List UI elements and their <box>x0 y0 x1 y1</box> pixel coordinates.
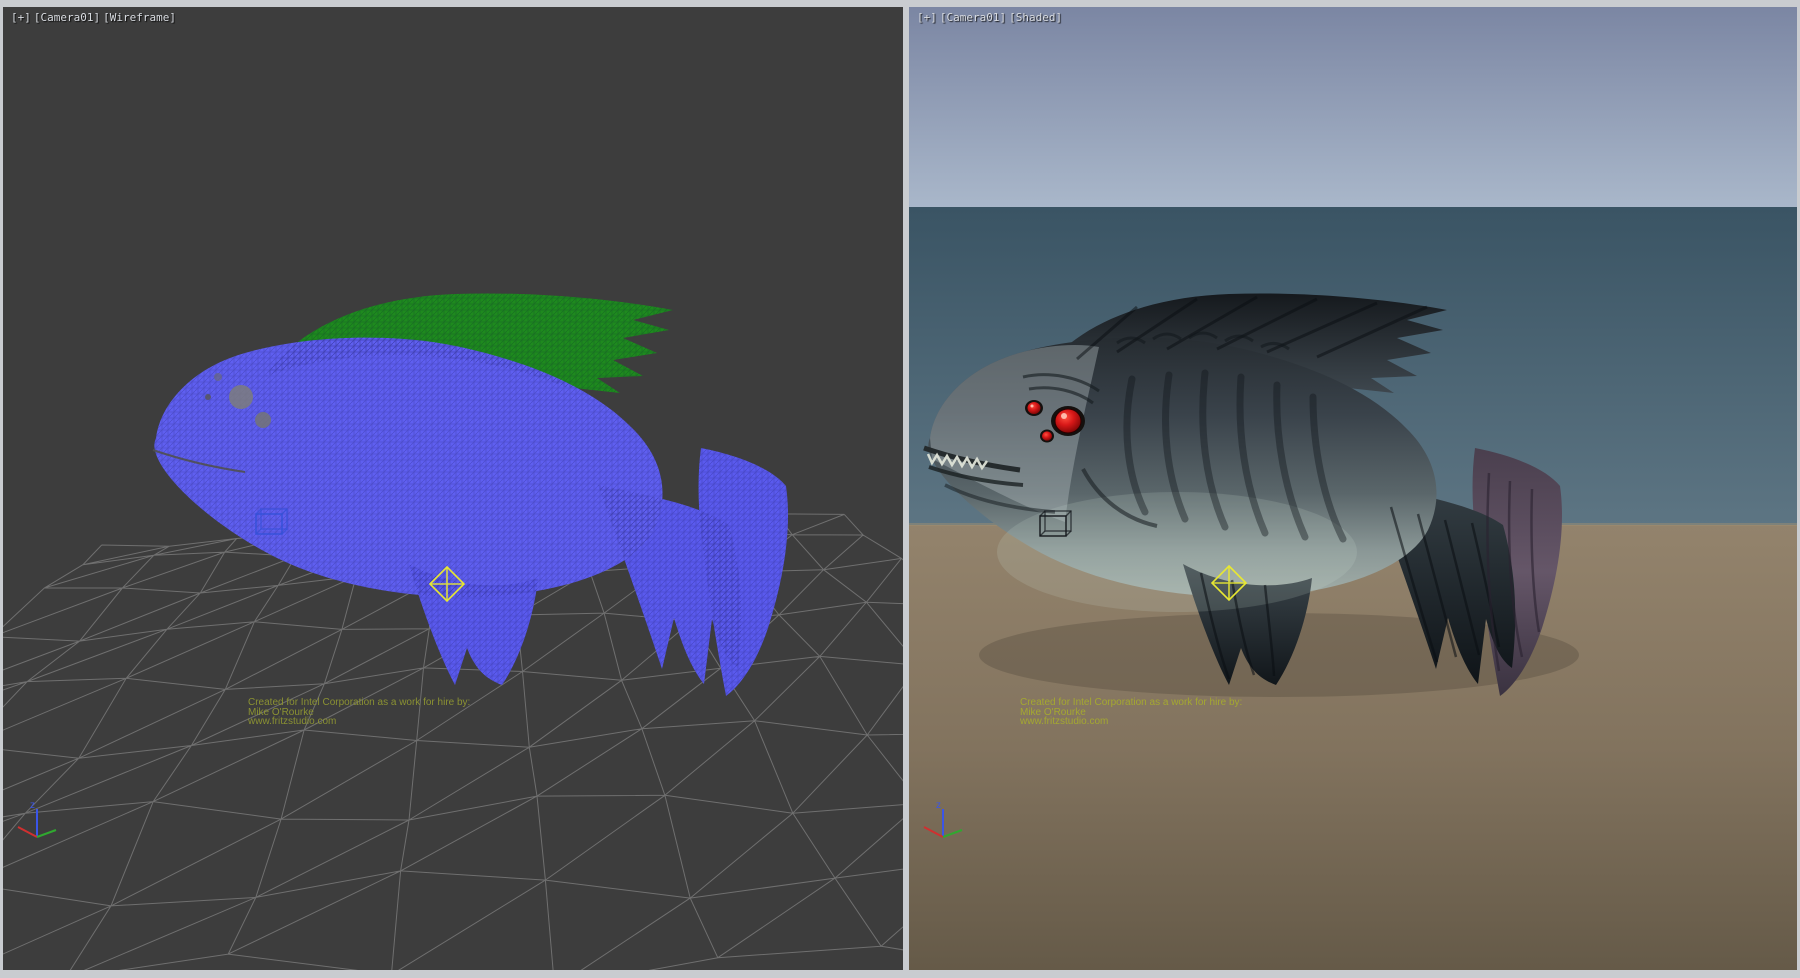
viewport-label: [+] [Camera01] [Wireframe] <box>11 11 176 24</box>
axis-z-label: z <box>30 800 35 811</box>
viewport-menu-plus[interactable]: [+] <box>917 11 937 24</box>
viewport-shaded[interactable]: [+] [Camera01] [Shaded] Created for Inte… <box>909 7 1797 970</box>
world-axis-gizmo: z <box>13 795 65 847</box>
wireframe-scene-canvas[interactable] <box>3 7 903 970</box>
viewport-menu-camera[interactable]: [Camera01] <box>34 11 100 24</box>
world-axis-gizmo: z <box>919 795 971 847</box>
watermark-line3: www.fritzstudio.com <box>248 717 470 727</box>
axis-z-label: z <box>936 800 941 811</box>
viewport-menu-mode[interactable]: [Wireframe] <box>103 11 176 24</box>
viewport-wireframe[interactable]: [+] [Camera01] [Wireframe] Created for I… <box>3 7 903 970</box>
watermark: Created for Intel Corporation as a work … <box>248 698 470 727</box>
viewport-menu-mode[interactable]: [Shaded] <box>1009 11 1062 24</box>
shaded-scene-canvas[interactable] <box>909 7 1797 970</box>
viewport-menu-plus[interactable]: [+] <box>11 11 31 24</box>
viewport-area: [+] [Camera01] [Wireframe] Created for I… <box>0 0 1800 978</box>
wireframe-mesh-overlay <box>154 293 788 696</box>
viewport-label: [+] [Camera01] [Shaded] <box>917 11 1062 24</box>
watermark: Created for Intel Corporation as a work … <box>1020 698 1242 727</box>
watermark-line3: www.fritzstudio.com <box>1020 717 1242 727</box>
viewport-menu-camera[interactable]: [Camera01] <box>940 11 1006 24</box>
